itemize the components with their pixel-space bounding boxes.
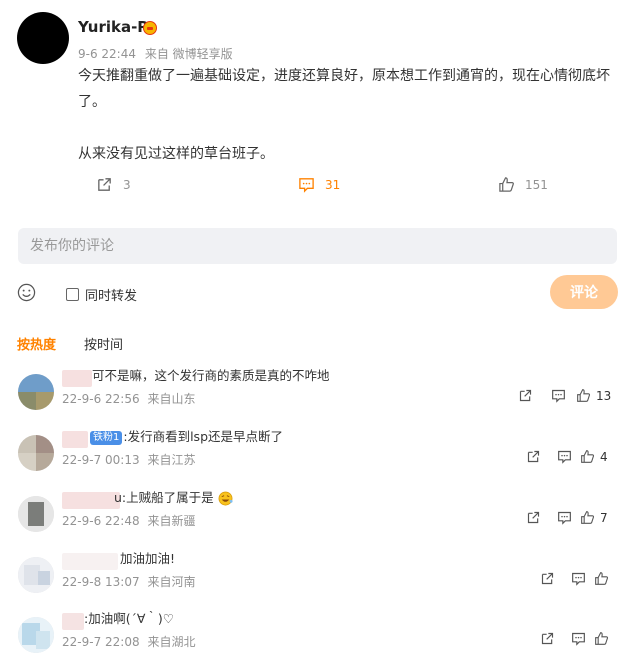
comment-item: 可不是嘛，这个发行商的素质是真的不咋地 22-9-6 22:56 来自山东 13 — [0, 366, 632, 416]
comment-meta: 22-9-7 22:08 来自湖北 — [62, 633, 199, 650]
thumbs-up-icon[interactable] — [580, 449, 595, 464]
thumbs-up-icon[interactable] — [594, 571, 609, 586]
thumbs-up-icon[interactable] — [580, 510, 595, 525]
comment-like-count: 7 — [600, 510, 608, 525]
repost-icon[interactable] — [526, 510, 541, 525]
thumbs-up-icon — [499, 177, 514, 192]
author-avatar[interactable] — [17, 12, 69, 64]
repost-icon — [98, 178, 111, 191]
comment-button[interactable]: 31 — [298, 176, 340, 193]
tab-sort-hot[interactable]: 按热度 — [17, 334, 56, 353]
comment-meta: 22-9-6 22:56 来自山东 — [62, 390, 199, 407]
comment-icon[interactable] — [557, 510, 572, 525]
comment-count: 31 — [325, 177, 341, 192]
repost-icon[interactable] — [518, 388, 533, 403]
comment-actions: 7 — [526, 510, 608, 525]
comment-location: 来自湖北 — [147, 635, 196, 649]
forward-label: 同时转发 — [85, 289, 138, 304]
comment-like-count: 4 — [600, 449, 608, 464]
comment-actions: 13 — [518, 388, 611, 403]
comment-meta: 22-9-7 00:13 来自江苏 — [62, 451, 199, 468]
comment-date: 22-9-6 22:56 — [62, 392, 140, 406]
comment-item: 加油加油! 22-9-8 13:07 来自河南 — [0, 549, 632, 599]
comment-location: 来自新疆 — [147, 514, 196, 528]
comment-item: 铁粉1:发行商看到lsp还是早点断了 22-9-7 00:13 来自江苏 4 — [0, 427, 632, 477]
comment-text: 铁粉1:发行商看到lsp还是早点断了 — [90, 427, 283, 447]
comment-text: 加油加油! — [120, 551, 176, 566]
post-content: 今天推翻重做了一遍基础设定，进度还算良好，原本想工作到通宵的，现在心情彻底坏 了… — [78, 63, 618, 167]
sort-tabs: 按热度 按时间 — [17, 334, 123, 353]
comment-text: u:上贼船了属于是 — [114, 488, 233, 508]
comment-like-count: 13 — [596, 388, 612, 403]
comment-item: :加油啊(´∀｀)♡ 22-9-7 22:08 来自湖北 — [0, 609, 632, 659]
like-button[interactable]: 151 — [498, 176, 548, 193]
submit-comment-button[interactable]: 评论 — [550, 275, 618, 309]
comment-meta: 22-9-6 22:48 来自新疆 — [62, 512, 199, 529]
comment-icon — [299, 178, 314, 193]
tab-sort-time[interactable]: 按时间 — [84, 334, 123, 353]
like-count: 151 — [525, 177, 548, 192]
repost-button[interactable]: 3 — [96, 176, 131, 193]
commenter-name[interactable] — [62, 492, 120, 509]
comment-actions — [540, 631, 609, 646]
laughing-emoji-icon — [218, 491, 233, 506]
vip-badge-icon — [143, 21, 157, 35]
repost-icon[interactable] — [526, 449, 541, 464]
comment-icon[interactable] — [551, 388, 566, 403]
comment-actions: 4 — [526, 449, 608, 464]
commenter-avatar[interactable] — [18, 496, 54, 532]
comment-item: u:上贼船了属于是 22-9-6 22:48 来自新疆 7 — [0, 488, 632, 538]
fan-badge: 铁粉1 — [90, 430, 123, 445]
commenter-avatar[interactable] — [18, 435, 54, 471]
comment-date: 22-9-7 22:08 — [62, 635, 140, 649]
comment-input[interactable] — [18, 228, 617, 264]
repost-icon[interactable] — [540, 571, 555, 586]
comment-icon[interactable] — [571, 631, 586, 646]
comment-icon[interactable] — [557, 449, 572, 464]
repost-count: 3 — [123, 177, 131, 192]
comment-text: :加油啊(´∀｀)♡ — [84, 611, 174, 626]
post-header: Yurika-R 9-6 22:44 来自 微博轻享版 — [17, 12, 617, 64]
comment-meta: 22-9-8 13:07 来自河南 — [62, 573, 199, 590]
author-name[interactable]: Yurika-R — [78, 18, 149, 36]
commenter-name[interactable] — [62, 613, 84, 630]
comment-location: 来自江苏 — [147, 453, 196, 467]
comment-date: 22-9-8 13:07 — [62, 575, 140, 589]
comment-text: 可不是嘛，这个发行商的素质是真的不咋地 — [92, 368, 330, 383]
commenter-avatar[interactable] — [18, 374, 54, 410]
commenter-avatar[interactable] — [18, 557, 54, 593]
emoji-icon[interactable] — [17, 283, 36, 302]
comment-date: 22-9-7 00:13 — [62, 453, 140, 467]
post-actions: 3 31 151 — [0, 176, 632, 196]
thumbs-up-icon[interactable] — [594, 631, 609, 646]
post-text-line: 今天推翻重做了一遍基础设定，进度还算良好，原本想工作到通宵的，现在心情彻底坏 — [78, 68, 610, 84]
commenter-name[interactable] — [62, 431, 88, 448]
post-text-line: 从来没有见过这样的草台班子。 — [78, 146, 274, 162]
post-text-line: 了。 — [78, 94, 106, 110]
checkbox-box[interactable] — [66, 288, 79, 301]
comment-date: 22-9-6 22:48 — [62, 514, 140, 528]
post-meta: 9-6 22:44 来自 微博轻享版 — [78, 45, 238, 62]
commenter-name[interactable] — [62, 370, 92, 387]
post-source: 来自 微博轻享版 — [144, 47, 233, 61]
comment-icon[interactable] — [571, 571, 586, 586]
repost-icon[interactable] — [540, 631, 555, 646]
post-date[interactable]: 9-6 22:44 — [78, 47, 136, 61]
comment-location: 来自山东 — [147, 392, 196, 406]
commenter-name[interactable] — [62, 553, 118, 570]
comment-actions — [540, 571, 609, 586]
commenter-avatar[interactable] — [18, 617, 54, 653]
comment-location: 来自河南 — [147, 575, 196, 589]
forward-checkbox[interactable]: 同时转发 — [66, 285, 137, 304]
thumbs-up-icon[interactable] — [576, 388, 591, 403]
